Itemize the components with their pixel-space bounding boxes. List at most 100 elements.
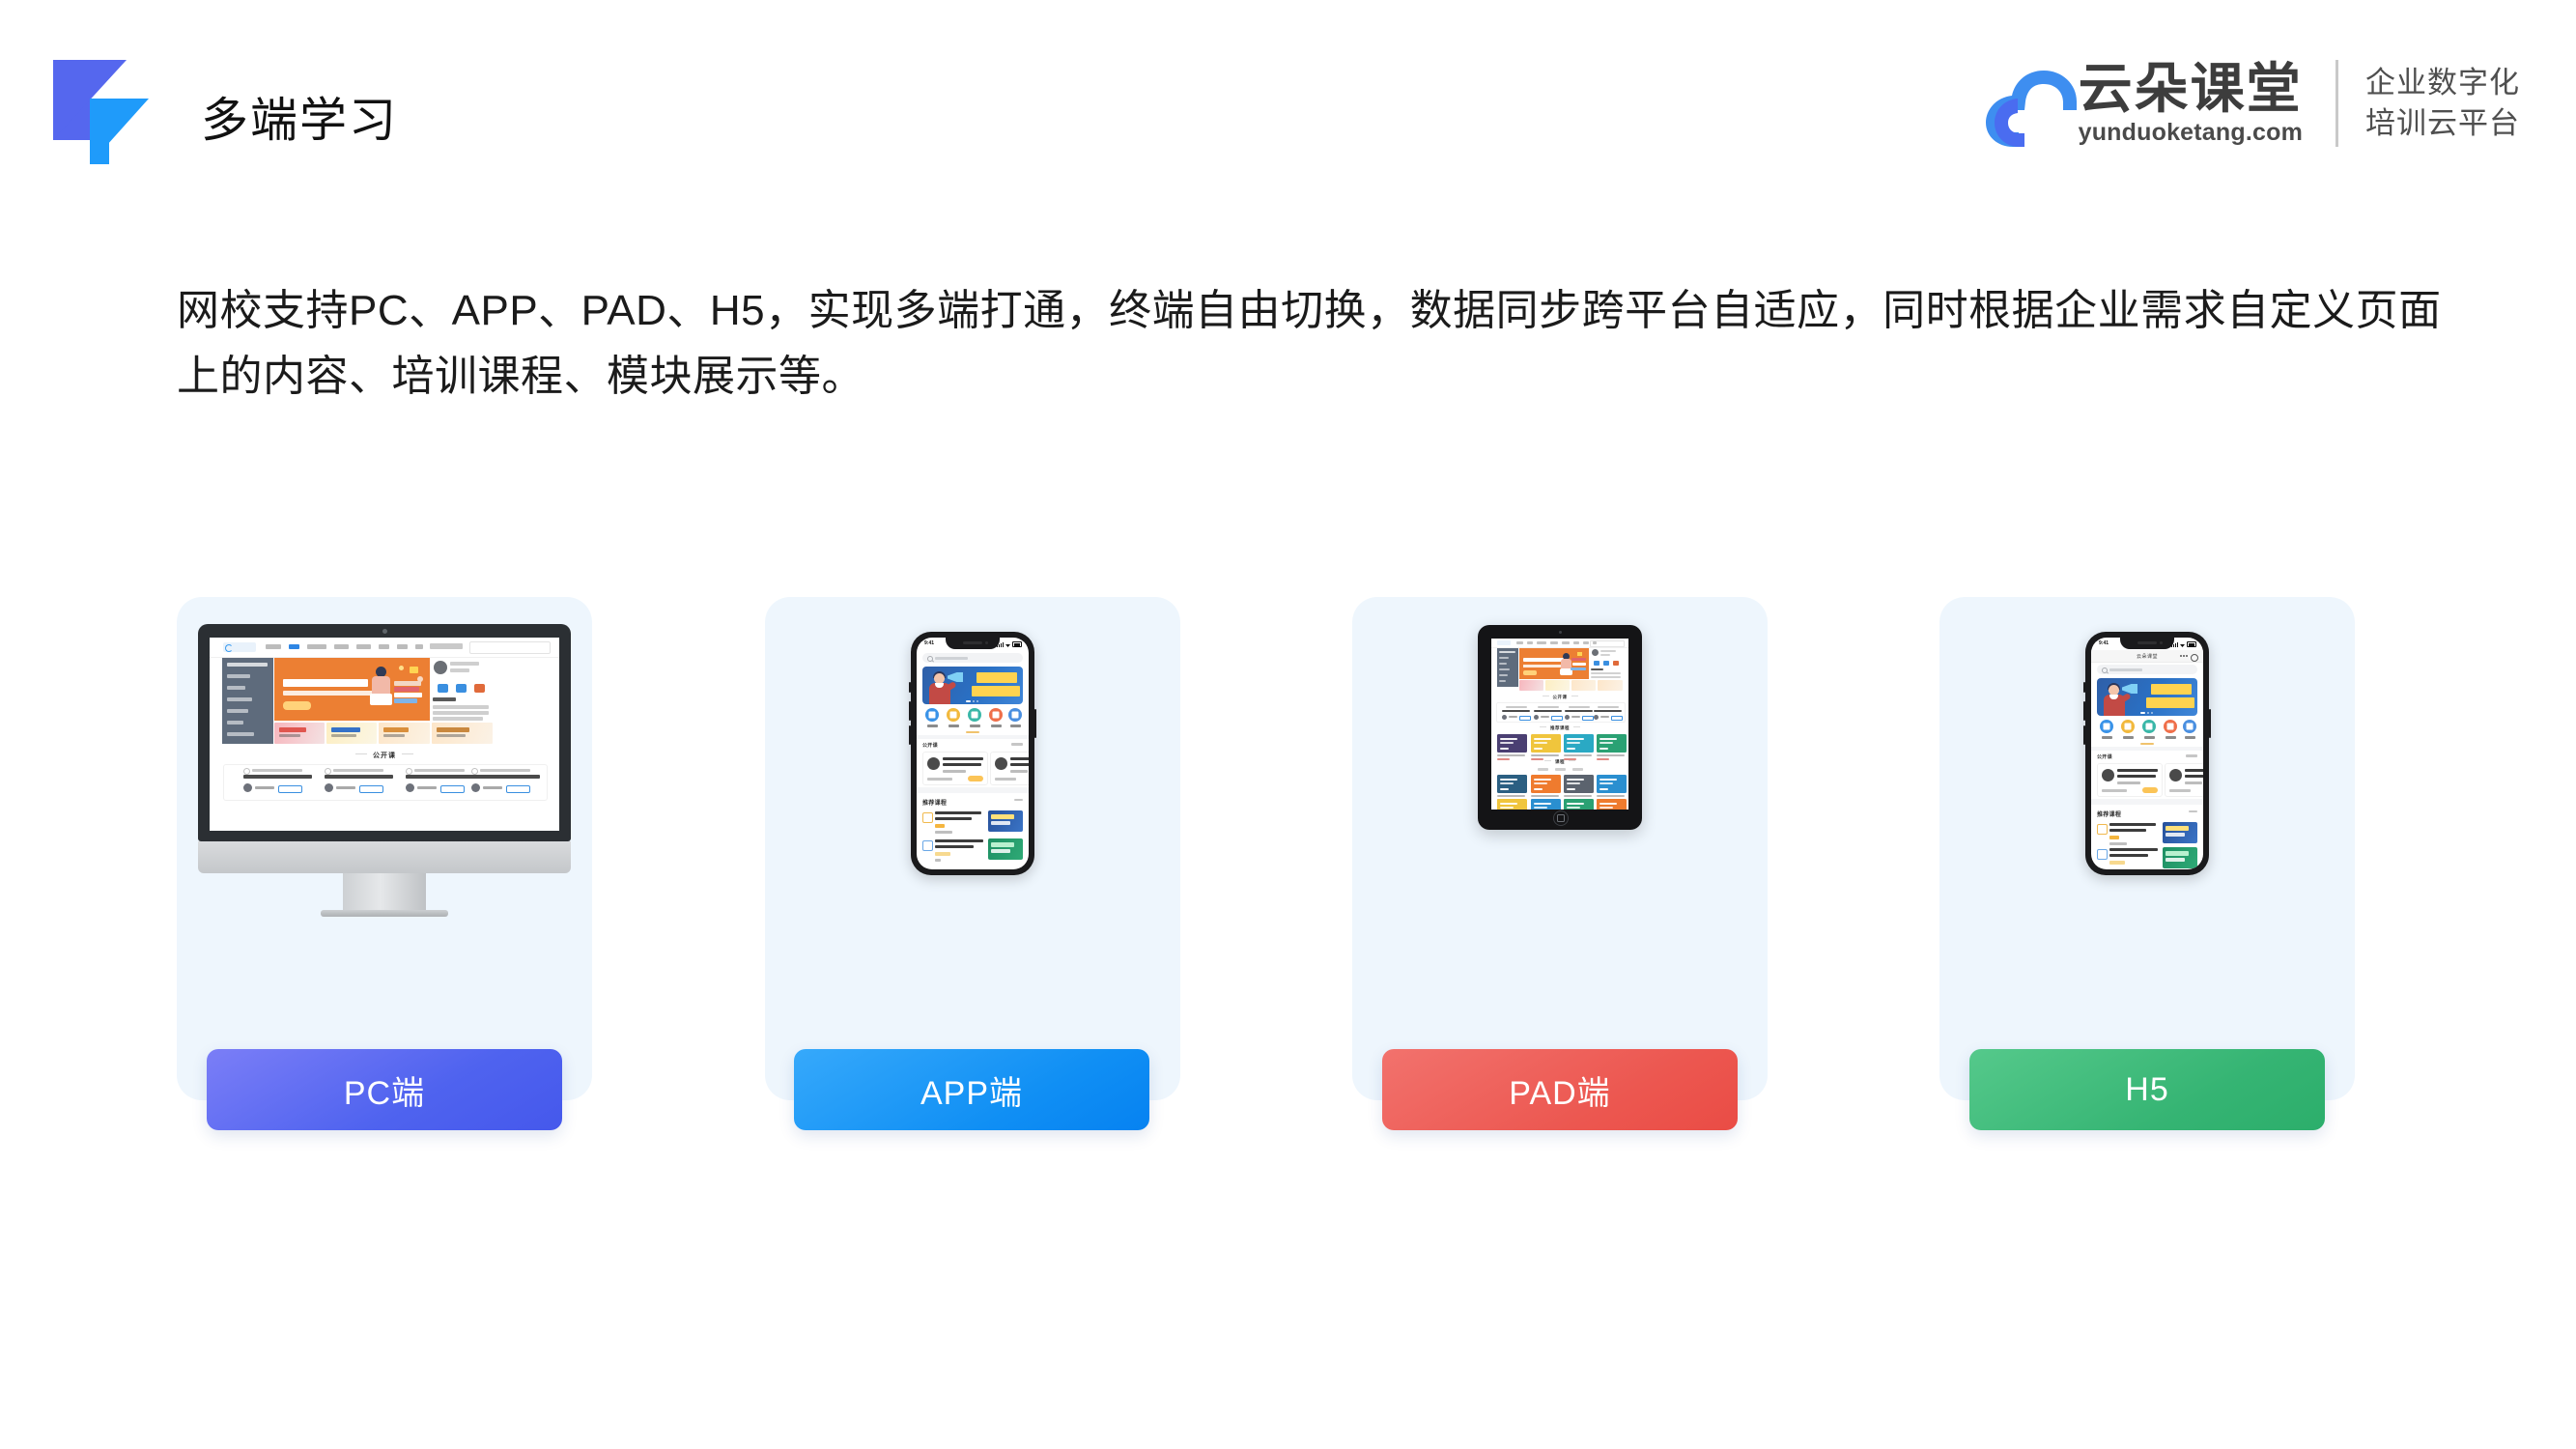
- pad-category-sidebar[interactable]: [1497, 648, 1518, 687]
- pad-course-tile[interactable]: [1597, 799, 1627, 810]
- app-hero-banner[interactable]: [922, 667, 1023, 704]
- pad-course-tile[interactable]: [1564, 734, 1594, 760]
- pad-open-course-list: [1496, 702, 1626, 723]
- app-category-notice[interactable]: [988, 708, 1004, 727]
- pc-section-title: 公开课: [210, 751, 559, 760]
- app-category-live[interactable]: [967, 708, 982, 727]
- pad-course-tile[interactable]: [1497, 799, 1527, 810]
- panel-icon-2[interactable]: [456, 684, 467, 693]
- h5-category-notice[interactable]: [2163, 720, 2178, 739]
- h5-category-course[interactable]: [2099, 720, 2114, 739]
- panel-icon-1[interactable]: [1594, 661, 1599, 666]
- cta-button-h5[interactable]: H5: [1969, 1049, 2325, 1130]
- pc-category-sidebar[interactable]: [222, 658, 273, 744]
- pad-course-tile[interactable]: [1597, 734, 1627, 760]
- cta-button-pad[interactable]: PAD端: [1382, 1049, 1738, 1130]
- status-time: 9:41: [924, 640, 935, 646]
- app-recommend-more[interactable]: [1014, 799, 1023, 801]
- h5-category-live[interactable]: [2141, 720, 2157, 739]
- h5-search-input[interactable]: [2097, 665, 2197, 674]
- pad-nav-logo-icon: [1497, 640, 1511, 645]
- app-course-card[interactable]: [922, 752, 988, 785]
- device-card-pad[interactable]: 公开课 推荐课程 课程: [1352, 597, 1768, 1100]
- course-badge-icon: [2097, 849, 2108, 860]
- pad-course-tile[interactable]: [1497, 734, 1527, 760]
- browser-menu-icon[interactable]: [2180, 655, 2188, 658]
- app-category-course[interactable]: [924, 708, 940, 727]
- app-category-material[interactable]: [1007, 708, 1023, 727]
- pad-promo-banner[interactable]: [1571, 680, 1596, 691]
- home-button[interactable]: [1553, 810, 1569, 826]
- h5-category-package[interactable]: [2120, 720, 2136, 739]
- h5-more-link[interactable]: [2186, 754, 2197, 757]
- app-course-card[interactable]: [990, 752, 1029, 785]
- h5-section-recommend-title: 推荐课程: [2097, 812, 2122, 818]
- app-recommend-item[interactable]: [922, 838, 1023, 864]
- pad-hero-banner[interactable]: [1519, 648, 1589, 679]
- pad-course-filters[interactable]: [1491, 768, 1628, 771]
- device-card-pc[interactable]: 公开课: [177, 597, 592, 1100]
- h5-section-open-title: 公开课: [2097, 754, 2112, 760]
- pc-course-card[interactable]: [325, 768, 394, 796]
- h5-recommend-item[interactable]: [2097, 846, 2197, 869]
- status-time: 9:41: [2099, 640, 2109, 646]
- pad-course-tile[interactable]: [1564, 799, 1594, 810]
- pad-course-tile[interactable]: [1497, 775, 1527, 801]
- pad-course-tile[interactable]: [1564, 775, 1594, 801]
- monitor-base: [321, 910, 448, 917]
- h5-hero-banner[interactable]: [2097, 678, 2197, 716]
- pad-promo-banner[interactable]: [1598, 680, 1623, 691]
- pc-download-app-link[interactable]: [430, 643, 463, 649]
- h5-course-card[interactable]: [2097, 763, 2163, 797]
- pc-promo-banner-4[interactable]: [432, 723, 493, 744]
- h5-category-material[interactable]: [2182, 720, 2197, 739]
- browser-close-icon[interactable]: [2191, 653, 2198, 662]
- pc-hero-title: [283, 679, 368, 687]
- brand-url: yunduoketang.com: [2078, 119, 2303, 146]
- pc-course-card[interactable]: [243, 768, 313, 796]
- pc-course-card[interactable]: [406, 768, 475, 796]
- pc-promo-banner-2[interactable]: [326, 723, 377, 744]
- app-category-row: [922, 708, 1023, 731]
- app-recommend-item[interactable]: [922, 810, 1023, 836]
- app-category-package[interactable]: [946, 708, 961, 727]
- panel-icon-1[interactable]: [438, 684, 448, 693]
- pad-section-recommend: 推荐课程: [1491, 725, 1628, 731]
- pad-search-input[interactable]: [1590, 640, 1625, 647]
- browser-chrome-bar: 云朵课堂: [2091, 650, 2203, 663]
- pad-promo-banner[interactable]: [1519, 680, 1543, 691]
- enroll-tag[interactable]: [968, 776, 983, 781]
- enroll-tag[interactable]: [2142, 787, 2158, 793]
- pc-hero-banner[interactable]: [274, 658, 430, 721]
- pad-section-open: 公开课: [1491, 695, 1628, 700]
- app-search-input[interactable]: [922, 653, 1023, 663]
- pc-course-card[interactable]: [471, 768, 541, 796]
- pc-promo-banner-3[interactable]: [379, 723, 430, 744]
- tablet-camera-icon: [1558, 631, 1562, 634]
- cta-button-pc[interactable]: PC端: [207, 1049, 562, 1130]
- h5-course-card[interactable]: [2165, 763, 2203, 797]
- pad-course-tile[interactable]: [1531, 799, 1561, 810]
- smartphone-mockup-app: 9:41 公开课 推荐课程: [909, 632, 1036, 875]
- panel-icon-3[interactable]: [1613, 661, 1619, 666]
- pad-promo-banner[interactable]: [1545, 680, 1570, 691]
- front-camera-icon: [2160, 641, 2163, 644]
- pc-hero-cta[interactable]: [283, 701, 311, 710]
- app-screen-content: 9:41 公开课 推荐课程: [917, 638, 1029, 869]
- app-more-link[interactable]: [1011, 743, 1023, 746]
- brand-logo: 云朵课堂 yunduoketang.com 企业数字化 培训云平台: [1976, 50, 2520, 156]
- panel-icon-2[interactable]: [1603, 661, 1609, 666]
- h5-recommend-more[interactable]: [2189, 810, 2197, 812]
- pad-course-tile[interactable]: [1531, 775, 1561, 801]
- pad-hero-cta[interactable]: [1523, 670, 1537, 675]
- panel-icon-3[interactable]: [474, 684, 485, 693]
- pc-search-input[interactable]: [469, 641, 551, 654]
- cta-button-app[interactable]: APP端: [794, 1049, 1149, 1130]
- pc-promo-banner-1[interactable]: [274, 723, 325, 744]
- pad-course-tile[interactable]: [1531, 734, 1561, 760]
- device-card-h5[interactable]: 9:41 云朵课堂 公开课 推荐课程: [1939, 597, 2355, 1100]
- h5-recommend-header: 推荐课程: [2097, 809, 2197, 818]
- h5-recommend-item[interactable]: [2097, 821, 2197, 847]
- pad-course-tile[interactable]: [1597, 775, 1627, 801]
- device-card-app[interactable]: 9:41 公开课 推荐课程: [765, 597, 1180, 1100]
